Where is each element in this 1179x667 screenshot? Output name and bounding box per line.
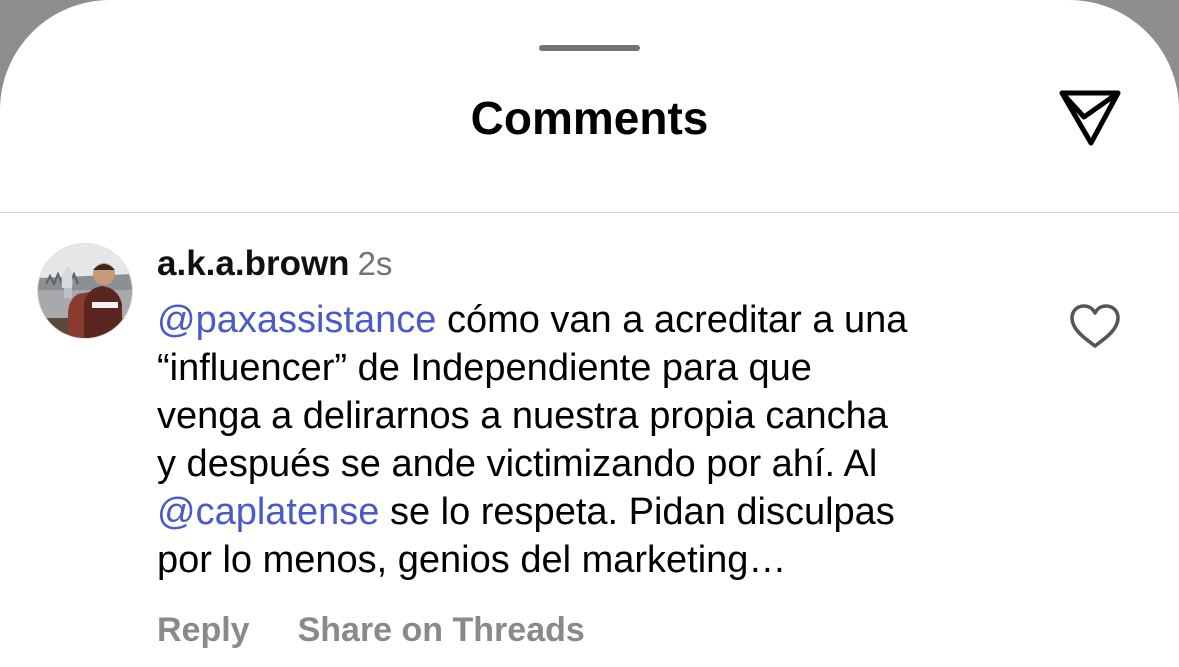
username[interactable]: a.k.a.brown: [157, 244, 350, 283]
comment-text-segment: “influencer” de Independiente para que: [157, 347, 812, 389]
like-button[interactable]: [1066, 300, 1124, 352]
mention-link[interactable]: @paxassistance: [157, 299, 436, 341]
comment-header: a.k.a.brown 2s: [157, 242, 392, 286]
paper-plane-icon: [1059, 90, 1121, 146]
comment-text-segment: venga a delirarnos a nuestra propia canc…: [157, 395, 888, 437]
comment-text-segment: y después se ande victimizando por ahí. …: [157, 443, 878, 485]
header-divider: [0, 212, 1179, 213]
comment-text: @paxassistance cómo van a acreditar a un…: [157, 296, 1037, 584]
share-button[interactable]: [1056, 86, 1124, 150]
comment-text-segment: por lo menos, genios del marketing…: [157, 539, 787, 581]
reply-button[interactable]: Reply: [157, 608, 250, 652]
comment-text-segment: se lo respeta. Pidan disculpas: [379, 491, 895, 533]
comment-actions: Reply Share on Threads: [157, 608, 585, 652]
sheet-title: Comments: [470, 92, 709, 144]
mention-link[interactable]: @caplatense: [157, 491, 379, 533]
avatar-image: [38, 244, 132, 338]
avatar[interactable]: [37, 243, 133, 339]
comment-text-segment: cómo van a acreditar a una: [436, 299, 908, 341]
timestamp: 2s: [357, 245, 393, 282]
heart-outline-icon: [1070, 304, 1120, 348]
share-on-threads-button[interactable]: Share on Threads: [298, 608, 585, 652]
sheet-grabber[interactable]: [539, 45, 640, 51]
comments-sheet: Comments a.k.a.brown 2s @paxassistance có…: [0, 0, 1179, 667]
